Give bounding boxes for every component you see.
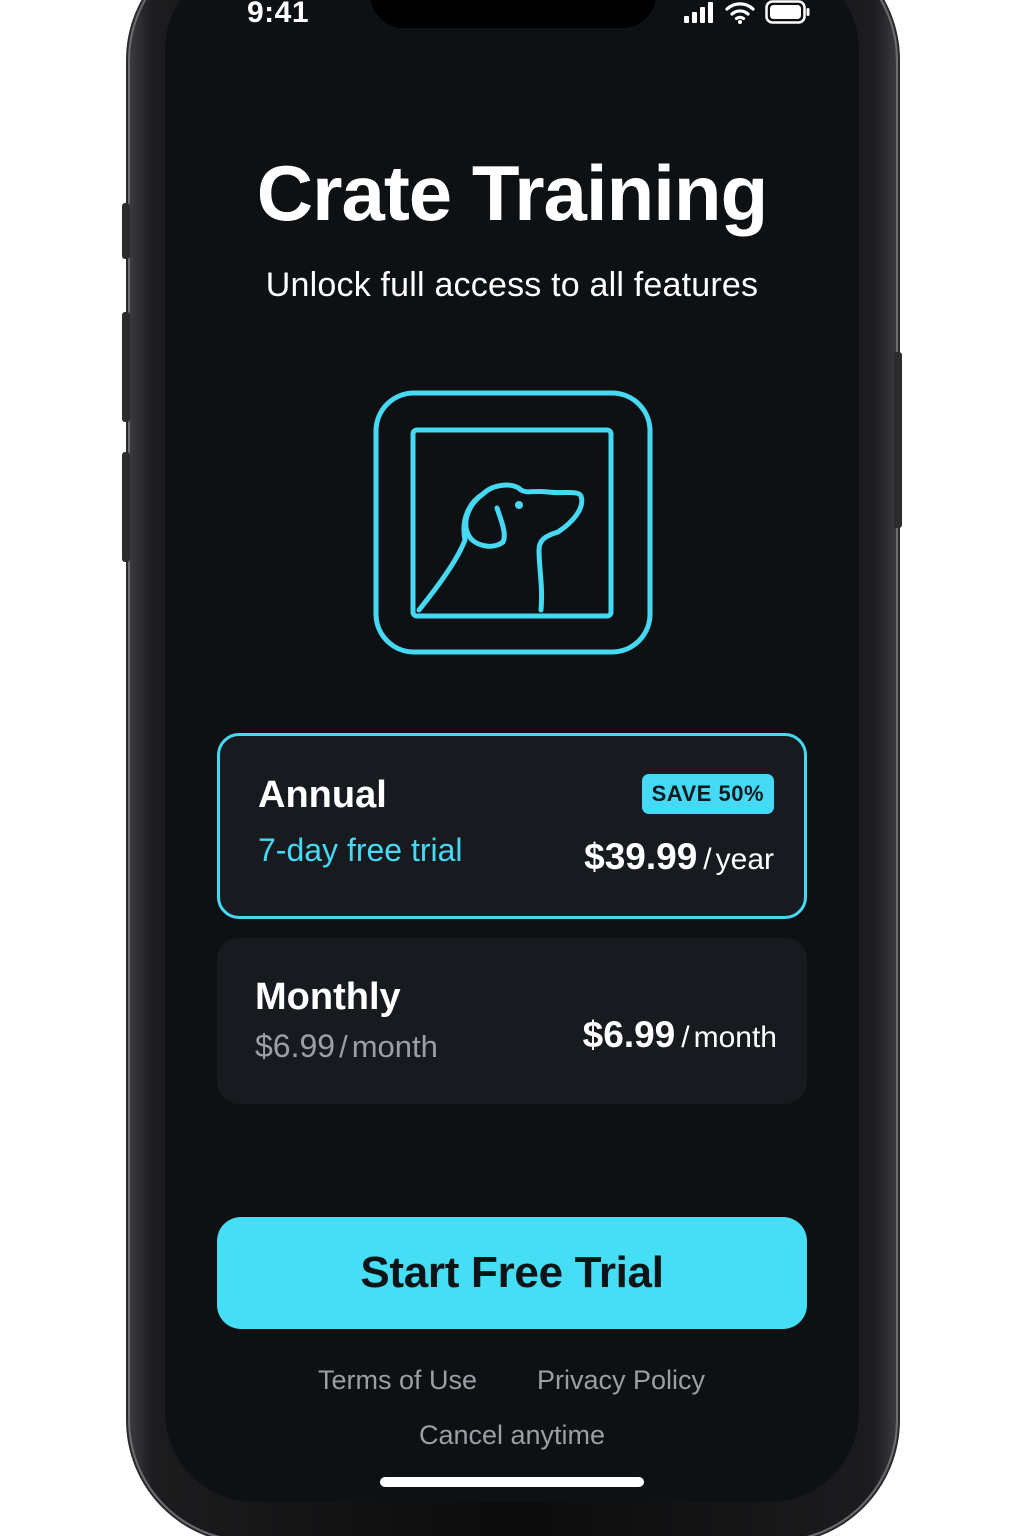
plan-annual-card[interactable]: Annual 7-day free trial SAVE 50% $39.99/… [217, 733, 807, 919]
home-indicator[interactable] [380, 1477, 644, 1487]
volume-up-button [122, 312, 130, 422]
plan-annual-name: Annual [258, 774, 387, 816]
plan-annual-trial: 7-day free trial [258, 832, 463, 868]
power-button [894, 352, 902, 528]
plan-monthly-name: Monthly [255, 976, 401, 1018]
mute-switch [122, 203, 130, 259]
plan-monthly-card[interactable]: Monthly $6.99/month $6.99/month [217, 938, 807, 1104]
price-separator: / [703, 843, 712, 876]
plan-monthly-subtitle-price: $6.99 [255, 1028, 336, 1064]
phone-screen: 9:41 Crate Training Unlock full access t [165, 0, 859, 1502]
plan-monthly-subtitle-period: month [351, 1029, 438, 1064]
price-separator: / [681, 1021, 690, 1054]
plan-monthly-subtitle-separator: / [339, 1029, 348, 1064]
terms-of-use-link[interactable]: Terms of Use [318, 1365, 477, 1396]
plan-monthly-price: $6.99/month [583, 1014, 777, 1056]
page-subtitle: Unlock full access to all features [265, 266, 759, 304]
plan-annual-price: $39.99/year [584, 836, 774, 878]
status-time: 9:41 [247, 0, 310, 29]
save-badge: SAVE 50% [641, 774, 774, 814]
privacy-policy-link[interactable]: Privacy Policy [537, 1365, 705, 1396]
plan-monthly-subtitle: $6.99/month [255, 1028, 438, 1065]
battery-icon [765, 0, 810, 24]
notch [370, 0, 656, 28]
dog-crate-icon [373, 390, 653, 655]
plan-annual-price-period: year [715, 843, 774, 876]
plan-monthly-price-amount: $6.99 [582, 1014, 676, 1055]
status-icons [683, 0, 811, 24]
start-free-trial-button[interactable]: Start Free Trial [217, 1217, 807, 1329]
plan-annual-price-amount: $39.99 [584, 836, 698, 877]
cancel-anytime-note: Cancel anytime [418, 1420, 606, 1450]
plan-monthly-price-period: month [693, 1021, 777, 1054]
volume-down-button [122, 452, 130, 562]
screenshot-stage: 9:41 Crate Training Unlock full access t [0, 0, 1024, 1536]
page-title: Crate Training [256, 149, 768, 237]
signal-icon [684, 2, 713, 23]
wifi-icon [725, 2, 755, 24]
